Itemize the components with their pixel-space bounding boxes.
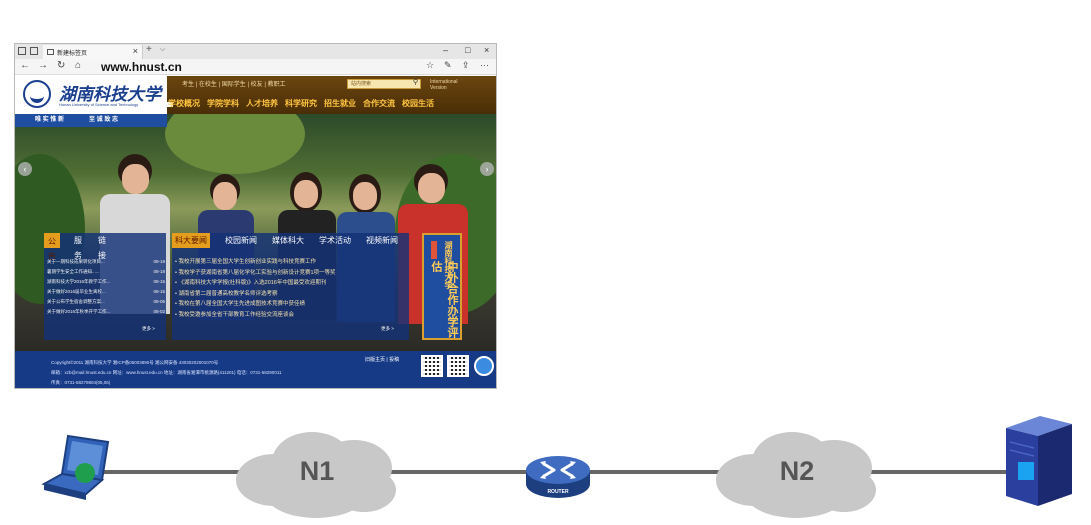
footer-links[interactable]: 旧版主页 | 投稿 bbox=[365, 356, 399, 363]
notices-list: 关于一期科技成果转化项目... 08-19 暑期学生安全工作通知...... 08-… bbox=[47, 257, 165, 317]
nav-item[interactable]: 学校概况 bbox=[168, 98, 200, 109]
address-bar: ← → ↻ ⌂ www.hnust.cn ☆ ✎ ⇪ ··· bbox=[15, 59, 496, 75]
nav-item[interactable]: 校园生活 bbox=[402, 98, 434, 109]
nav-item[interactable]: 合作交流 bbox=[363, 98, 395, 109]
window-close-button[interactable]: × bbox=[484, 45, 489, 55]
url-input[interactable]: www.hnust.cn bbox=[101, 60, 182, 74]
cloud-label: N2 bbox=[779, 456, 815, 486]
share-icon[interactable]: ⇪ bbox=[462, 60, 470, 71]
fax-line: 传真：0731-58279804(05,06) bbox=[51, 380, 111, 385]
university-emblem-icon bbox=[23, 80, 51, 108]
back-button[interactable]: ← bbox=[20, 60, 30, 71]
international-version-link[interactable]: International Version bbox=[430, 79, 458, 91]
feature-banner[interactable]: 湖南科技大学 中外合作办学评估 bbox=[422, 233, 462, 340]
banner-title-big: 中外合作办学评估 bbox=[430, 261, 459, 338]
tab-title: 新建标签页 bbox=[57, 51, 88, 57]
more-icon[interactable]: ··· bbox=[480, 60, 489, 70]
nav-item[interactable]: 科学研究 bbox=[285, 98, 317, 109]
network-link bbox=[95, 470, 255, 474]
tab-campus-news[interactable]: 校园新闻 bbox=[222, 233, 260, 248]
list-item[interactable]: • 《湖南科技大学学报(社科版)》入选2016年中国最受欢迎期刊 bbox=[175, 278, 405, 289]
site-search-input[interactable]: 站内搜索 ⚲ bbox=[347, 79, 421, 89]
motto-text: 至 诚 致 志 bbox=[89, 117, 119, 123]
list-item[interactable]: • 我校开展第三届全国大学生创新创业实践与科技竞赛工作 bbox=[175, 257, 405, 268]
refresh-button[interactable]: ↻ bbox=[57, 60, 65, 71]
list-item[interactable]: • 湖南省第二届普通高校教学名师评选考察 bbox=[175, 289, 405, 300]
tab-services[interactable]: 服务 bbox=[71, 233, 85, 260]
list-item[interactable]: 关于做好2016年秋季开学工作... 08-02 bbox=[47, 307, 165, 317]
news-list: • 我校开展第三届全国大学生创新创业实践与科技竞赛工作 • 我校学子获湖南省第八… bbox=[175, 257, 405, 320]
nav-item[interactable]: 人才培养 bbox=[246, 98, 278, 109]
tab-actions-icon[interactable] bbox=[18, 47, 26, 55]
carousel-prev-icon[interactable]: ‹ bbox=[18, 162, 32, 176]
tab-top-news[interactable]: 科大要闻 bbox=[172, 233, 210, 248]
tab-preview-icon[interactable] bbox=[30, 47, 38, 55]
list-item[interactable]: 暑期学生安全工作通知...... 08-18 bbox=[47, 267, 165, 277]
list-item[interactable]: 关于公布学生宿舍调整方案... 08-05 bbox=[47, 297, 165, 307]
notes-icon[interactable]: ✎ bbox=[444, 60, 452, 71]
contact-line: 邮箱：xzb@mail.hnust.edu.cn 网址：www.hnust.ed… bbox=[51, 370, 282, 375]
list-item[interactable]: 关于做好2016届毕业生离校... 08-15 bbox=[47, 287, 165, 297]
weibo-icon[interactable] bbox=[474, 356, 494, 376]
tab-links[interactable]: 链接 bbox=[95, 233, 109, 260]
list-item[interactable]: 关于一期科技成果转化项目... 08-19 bbox=[47, 257, 165, 267]
browser-tab[interactable]: 新建标签页 × bbox=[43, 45, 143, 59]
favorite-icon[interactable]: ☆ bbox=[426, 60, 434, 71]
network-link bbox=[580, 470, 735, 474]
qr-code-icon bbox=[447, 355, 469, 377]
minimize-button[interactable]: – bbox=[443, 45, 448, 55]
network-cloud-n2: N2 bbox=[714, 428, 880, 520]
tab-bar: 新建标签页 × + ⌵ – □ × bbox=[15, 44, 496, 59]
list-item[interactable]: 湖南科技大学2016年教学工作... 08-15 bbox=[47, 277, 165, 287]
school-motto: 唯 实 惟 新至 诚 致 志 bbox=[15, 114, 167, 127]
router-label: ROUTER bbox=[547, 489, 569, 495]
new-tab-button[interactable]: + bbox=[146, 44, 152, 55]
network-link bbox=[865, 470, 1010, 474]
list-item[interactable]: • 我校学子获湖南省第八届化学化工实验与创新设计竞赛1项一等奖 bbox=[175, 268, 405, 279]
search-icon[interactable]: ⚲ bbox=[413, 79, 418, 87]
tab-academic[interactable]: 学术活动 bbox=[316, 233, 354, 248]
quick-links[interactable]: 考生 | 在校生 | 国际学生 | 校友 | 教职工 bbox=[182, 79, 286, 88]
banner-accent bbox=[431, 241, 437, 259]
tree-foliage bbox=[165, 114, 305, 174]
search-placeholder: 站内搜索 bbox=[351, 81, 372, 87]
laptop-icon bbox=[38, 434, 110, 500]
network-cloud-n1: N1 bbox=[234, 428, 400, 520]
notices-more-link[interactable]: 更多 > bbox=[142, 326, 155, 332]
logo-subtitle: Hunan University of Science and Technolo… bbox=[55, 102, 173, 107]
list-item[interactable]: • 我校在第八届全国大学生先进成图技术竞赛中获佳绩 bbox=[175, 299, 405, 310]
list-item[interactable]: • 我校受邀参加全省干部教育工作经验交流座谈会 bbox=[175, 310, 405, 321]
maximize-button[interactable]: □ bbox=[465, 45, 470, 55]
home-button[interactable]: ⌂ bbox=[75, 60, 81, 71]
site-header: 湖南科技大学 Hunan University of Science and T… bbox=[15, 76, 496, 114]
main-nav: 学校概况 学院学科 人才培养 科学研究 招生就业 合作交流 校园生活 bbox=[168, 98, 441, 109]
intl-line2: Version bbox=[430, 85, 447, 91]
tab-media[interactable]: 媒体科大 bbox=[269, 233, 307, 248]
tab-menu-icon[interactable]: ⌵ bbox=[160, 46, 165, 54]
qr-code-icon bbox=[421, 355, 443, 377]
tab-video[interactable]: 视频新闻 bbox=[363, 233, 401, 248]
close-tab-icon[interactable]: × bbox=[133, 46, 138, 56]
forward-button[interactable]: → bbox=[38, 60, 48, 71]
tab-notices[interactable]: 公告 bbox=[44, 233, 60, 261]
site-footer: Copyright©2011 湖南科技大学 湘ICP备05003890号 湘公网… bbox=[15, 351, 496, 388]
nav-item[interactable]: 学院学科 bbox=[207, 98, 239, 109]
news-more-link[interactable]: 更多 > bbox=[381, 326, 394, 332]
browser-window: 新建标签页 × + ⌵ – □ × ← → ↻ ⌂ www.hnust.cn ☆… bbox=[14, 43, 497, 389]
server-icon bbox=[1006, 416, 1072, 506]
copyright-line: Copyright©2011 湖南科技大学 湘ICP备05003890号 湘公网… bbox=[51, 360, 219, 365]
cloud-label: N1 bbox=[299, 456, 335, 486]
motto-text: 唯 实 惟 新 bbox=[35, 117, 65, 123]
network-link bbox=[385, 470, 535, 474]
carousel-next-icon[interactable]: › bbox=[480, 162, 494, 176]
nav-item[interactable]: 招生就业 bbox=[324, 98, 356, 109]
page-icon bbox=[47, 49, 54, 55]
